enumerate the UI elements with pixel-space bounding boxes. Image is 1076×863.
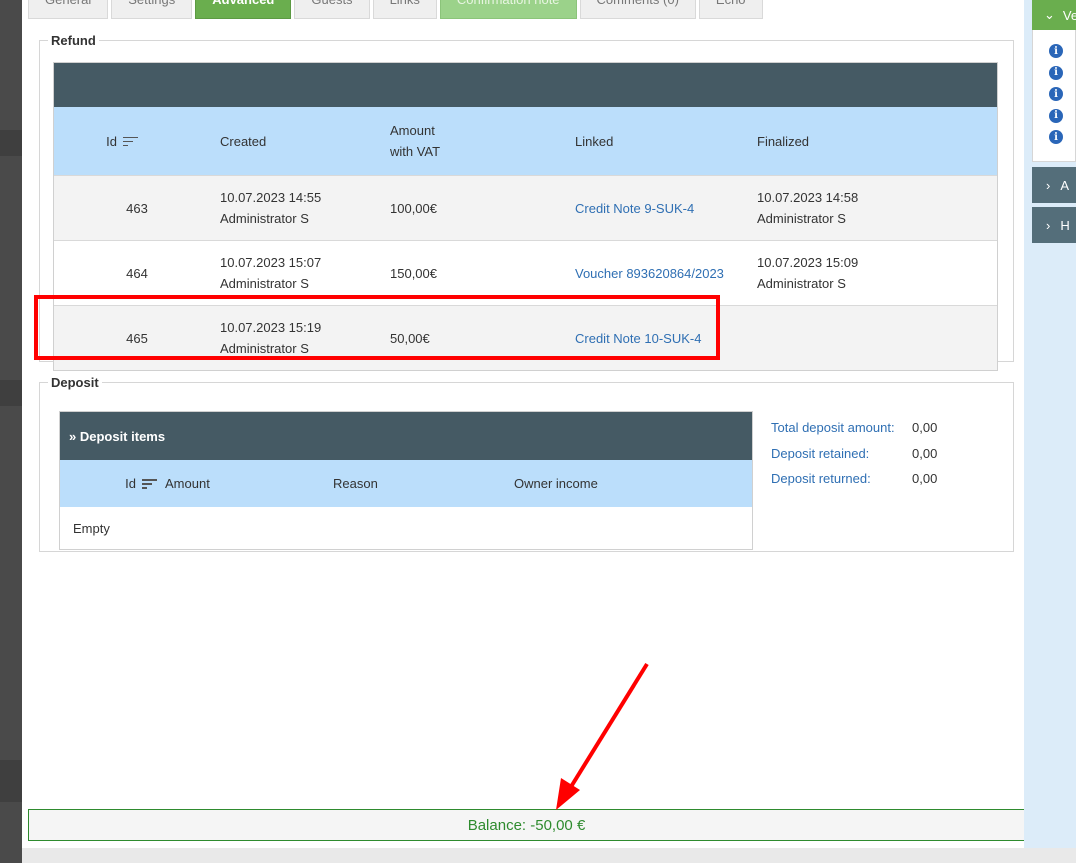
right-side-panel: ⌄ Ve i i i i i › A › H xyxy=(1024,0,1076,848)
row-created-by: Administrator S xyxy=(220,276,309,291)
deposit-summary-row: Total deposit amount: 0,00 xyxy=(771,415,937,441)
row-created: 10.07.2023 15:07 Administrator S xyxy=(220,252,390,294)
column-linked: Linked xyxy=(575,133,614,149)
balance-bar: Balance: -50,00 € xyxy=(28,809,1025,841)
info-icon[interactable]: i xyxy=(1049,108,1063,123)
chevron-right-icon: › xyxy=(1046,177,1051,193)
row-created-date: 10.07.2023 15:19 xyxy=(220,320,322,335)
row-amount: 150,00€ xyxy=(390,265,437,281)
deposit-table: » Deposit items Id Amount Reason Owner i… xyxy=(59,411,753,550)
deposit-summary-value: 0,00 xyxy=(912,445,938,461)
tab-bar: General Settings Advanced Guests Links C… xyxy=(28,0,766,19)
column-id[interactable]: Id xyxy=(54,134,220,149)
deposit-summary-row: Deposit retained: 0,00 xyxy=(771,441,937,467)
row-created: 10.07.2023 15:19 Administrator S xyxy=(220,317,390,359)
panel-header-collapsed[interactable]: › A xyxy=(1032,167,1076,203)
info-icon[interactable]: i xyxy=(1049,87,1063,101)
modal-backdrop xyxy=(0,0,22,863)
dialog-footer-edge xyxy=(22,848,1076,863)
column-amount: Amount with VAT xyxy=(390,120,575,162)
panel-header-label: Ve xyxy=(1062,7,1076,23)
linked-document-link[interactable]: Voucher 893620864/2023 xyxy=(575,266,724,281)
column-reason: Reason xyxy=(333,476,378,491)
backdrop-ghost-element xyxy=(0,380,22,406)
row-finalized: 10.07.2023 15:09 Administrator S xyxy=(757,252,997,294)
deposit-summary-label[interactable]: Deposit returned: xyxy=(771,471,912,486)
row-created-by: Administrator S xyxy=(220,341,309,356)
tab-settings[interactable]: Settings xyxy=(111,0,193,19)
deposit-summary: Total deposit amount: 0,00 Deposit retai… xyxy=(771,415,937,492)
info-icon[interactable]: i xyxy=(1049,65,1063,80)
tab-comments[interactable]: Comments (0) xyxy=(579,0,696,19)
linked-document-link[interactable]: Credit Note 10-SUK-4 xyxy=(575,331,701,346)
refund-table: Id Created Amount with VAT Linked Finali… xyxy=(53,62,998,371)
table-row[interactable]: 464 10.07.2023 15:07 Administrator S 150… xyxy=(54,240,997,305)
tab-echo[interactable]: Echo xyxy=(698,0,763,19)
chevron-down-icon: ⌄ xyxy=(1044,7,1055,22)
advanced-tab-content: Refund Id Created Amount with VAT Linked… xyxy=(28,19,1024,809)
column-amount: Amount xyxy=(165,476,210,491)
refund-table-toolbar xyxy=(54,63,997,107)
refund-table-header: Id Created Amount with VAT Linked Finali… xyxy=(54,107,997,175)
table-row[interactable]: 465 10.07.2023 15:19 Administrator S 50,… xyxy=(54,305,997,370)
deposit-summary-label[interactable]: Total deposit amount: xyxy=(771,420,912,435)
panel-header-label: H xyxy=(1060,217,1070,233)
row-finalized-by: Administrator S xyxy=(757,276,846,291)
backdrop-ghost-element xyxy=(0,130,22,156)
sort-icon[interactable] xyxy=(122,136,138,147)
chevron-right-icon: › xyxy=(1046,217,1051,233)
row-amount: 50,00€ xyxy=(390,330,430,346)
refund-section: Refund Id Created Amount with VAT Linked… xyxy=(39,33,1014,371)
linked-document-link[interactable]: Credit Note 9-SUK-4 xyxy=(575,201,694,216)
row-amount: 100,00€ xyxy=(390,200,437,216)
column-owner-income: Owner income xyxy=(514,476,598,491)
deposit-summary-label[interactable]: Deposit retained: xyxy=(771,446,912,461)
panel-header-collapsed[interactable]: › H xyxy=(1032,207,1076,243)
row-created-by: Administrator S xyxy=(220,211,309,226)
tab-links[interactable]: Links xyxy=(372,0,437,19)
row-finalized: 10.07.2023 14:58 Administrator S xyxy=(757,187,997,229)
column-id-label: Id xyxy=(125,476,136,491)
column-id[interactable]: Id xyxy=(60,476,165,491)
column-created: Created xyxy=(220,133,267,149)
tab-guests[interactable]: Guests xyxy=(294,0,370,19)
deposit-items-header[interactable]: » Deposit items xyxy=(60,412,752,460)
tab-advanced[interactable]: Advanced xyxy=(195,0,292,19)
row-id: 464 xyxy=(126,265,148,281)
empty-state: Empty xyxy=(60,507,752,549)
info-icon[interactable]: i xyxy=(1049,130,1063,144)
row-finalized-date: 10.07.2023 15:09 xyxy=(757,255,859,270)
row-created: 10.07.2023 14:55 Administrator S xyxy=(220,187,390,229)
panel-header-label: A xyxy=(1060,177,1070,193)
row-created-date: 10.07.2023 15:07 xyxy=(220,255,322,270)
deposit-summary-row: Deposit returned: 0,00 xyxy=(771,466,937,492)
deposit-legend: Deposit xyxy=(51,375,99,390)
row-id: 463 xyxy=(126,200,148,216)
table-row[interactable]: 463 10.07.2023 14:55 Administrator S 100… xyxy=(54,175,997,240)
deposit-table-header: Id Amount Reason Owner income xyxy=(60,460,752,507)
panel-body: i i i i i xyxy=(1032,30,1076,162)
row-created-date: 10.07.2023 14:55 xyxy=(220,190,322,205)
column-id-label: Id xyxy=(106,133,117,149)
tab-general[interactable]: General xyxy=(28,0,109,19)
row-id: 465 xyxy=(126,330,148,346)
tab-confirmation-note[interactable]: Confirmation note xyxy=(439,0,577,19)
info-icon[interactable]: i xyxy=(1049,44,1063,58)
deposit-summary-value: 0,00 xyxy=(912,471,938,487)
row-finalized-by: Administrator S xyxy=(757,211,846,226)
column-amount-line2: with VAT xyxy=(390,144,441,159)
deposit-summary-value: 0,00 xyxy=(912,420,938,436)
deposit-section: Deposit » Deposit items Id Amount Reason… xyxy=(39,375,1014,552)
row-finalized-date: 10.07.2023 14:58 xyxy=(757,190,859,205)
column-finalized: Finalized xyxy=(757,133,810,149)
sort-icon[interactable] xyxy=(142,478,157,489)
panel-header-expanded[interactable]: ⌄ Ve xyxy=(1032,0,1076,30)
column-amount-line1: Amount xyxy=(390,123,435,138)
refund-legend: Refund xyxy=(51,33,96,48)
backdrop-ghost-element xyxy=(0,760,22,802)
